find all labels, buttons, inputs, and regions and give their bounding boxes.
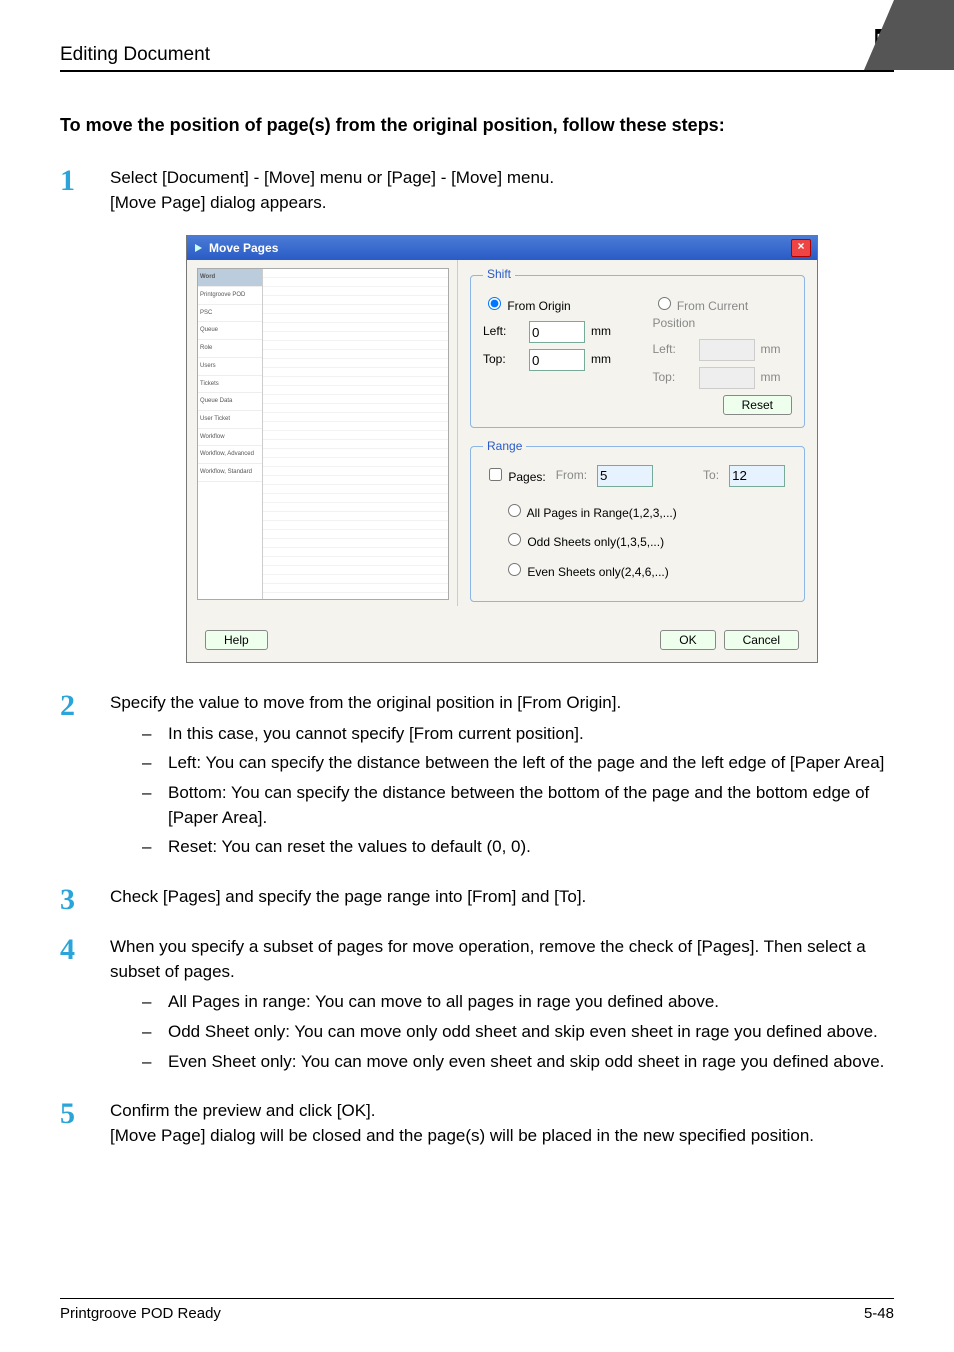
step-4-number: 4 — [60, 935, 110, 1079]
unit-mm: mm — [591, 351, 621, 368]
step-5-text-b: [Move Page] dialog will be closed and th… — [110, 1124, 894, 1149]
top-label: Top: — [483, 351, 523, 368]
left-label-disabled: Left: — [653, 341, 693, 358]
range-legend: Range — [483, 438, 526, 455]
top-input-disabled — [699, 367, 755, 389]
unit-mm: mm — [591, 323, 621, 340]
step-1-text-a: Select [Document] - [Move] menu or [Page… — [110, 166, 894, 191]
footer-product: Printgroove POD Ready — [60, 1305, 221, 1322]
step-2-intro: Specify the value to move from the origi… — [110, 691, 894, 716]
header-section: Editing Document — [60, 44, 210, 66]
left-input-disabled — [699, 339, 755, 361]
close-icon[interactable]: × — [791, 239, 811, 257]
step-4-bullet: All Pages in range: You can move to all … — [142, 990, 894, 1015]
left-label: Left: — [483, 323, 523, 340]
step-4-intro: When you specify a subset of pages for m… — [110, 935, 894, 984]
step-2-bullet: In this case, you cannot specify [From c… — [142, 722, 894, 747]
to-input[interactable] — [729, 465, 785, 487]
arrow-right-icon — [193, 242, 205, 254]
step-2-bullet: Bottom: You can specify the distance bet… — [142, 781, 894, 830]
from-label: From: — [556, 467, 587, 484]
step-1-number: 1 — [60, 166, 110, 215]
step-4-bullet: Even Sheet only: You can move only even … — [142, 1050, 894, 1075]
help-button[interactable]: Help — [205, 630, 268, 650]
all-pages-radio[interactable]: All Pages in Range(1,2,3,...) — [503, 501, 677, 522]
page-title: To move the position of page(s) from the… — [60, 112, 894, 138]
range-group: Range Pages: From: To: All Pages in Rang… — [470, 438, 805, 603]
even-sheets-radio[interactable]: Even Sheets only(2,4,6,...) — [503, 560, 669, 581]
chapter-tab — [894, 0, 954, 70]
unit-mm: mm — [761, 341, 791, 358]
step-1-text-b: [Move Page] dialog appears. — [110, 191, 894, 216]
cancel-button[interactable]: Cancel — [724, 630, 799, 650]
from-current-radio[interactable]: From Current Position — [653, 299, 749, 330]
odd-sheets-radio[interactable]: Odd Sheets only(1,3,5,...) — [503, 530, 664, 551]
from-input[interactable] — [597, 465, 653, 487]
step-5-text-a: Confirm the preview and click [OK]. — [110, 1099, 894, 1124]
left-input[interactable] — [529, 321, 585, 343]
move-pages-dialog: Move Pages × WordPrintgroove PODPSCQueue… — [186, 235, 818, 663]
unit-mm: mm — [761, 369, 791, 386]
ok-button[interactable]: OK — [660, 630, 715, 650]
reset-button[interactable]: Reset — [723, 395, 792, 415]
step-2-bullet: Left: You can specify the distance betwe… — [142, 751, 894, 776]
step-2-number: 2 — [60, 691, 110, 865]
step-5-number: 5 — [60, 1099, 110, 1148]
step-3-text: Check [Pages] and specify the page range… — [110, 885, 894, 910]
to-label: To: — [703, 467, 719, 484]
pages-checkbox[interactable]: Pages: — [485, 465, 546, 486]
from-origin-radio[interactable]: From Origin — [483, 299, 571, 313]
shift-group: Shift From Origin Left: mm Top: — [470, 266, 805, 427]
dialog-title: Move Pages — [209, 240, 791, 257]
dialog-preview: WordPrintgroove PODPSCQueueRoleUsersTick… — [187, 260, 458, 606]
shift-legend: Shift — [483, 266, 515, 283]
step-3-number: 3 — [60, 885, 110, 915]
step-2-bullet: Reset: You can reset the values to defau… — [142, 835, 894, 860]
footer-pagenum: 5-48 — [864, 1305, 894, 1322]
step-4-bullet: Odd Sheet only: You can move only odd sh… — [142, 1020, 894, 1045]
dialog-titlebar: Move Pages × — [187, 236, 817, 260]
top-label-disabled: Top: — [653, 369, 693, 386]
top-input[interactable] — [529, 349, 585, 371]
